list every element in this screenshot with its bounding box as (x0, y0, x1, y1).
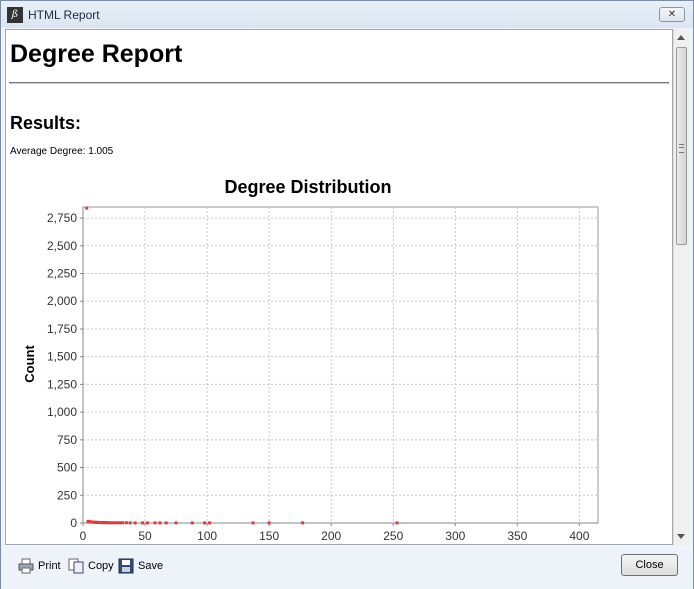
average-degree-text: Average Degree: 1.005 (10, 146, 114, 157)
scroll-down-arrow-icon[interactable] (677, 534, 685, 539)
y-tick-label: 1,750 (47, 322, 77, 336)
data-point (395, 521, 399, 525)
x-tick-label: 350 (507, 529, 527, 543)
data-point (267, 521, 271, 525)
html-report-window: ß HTML Report ✕ Degree Report Results: A… (0, 0, 694, 589)
x-tick-label: 0 (80, 529, 87, 543)
x-tick-label: 150 (259, 529, 279, 543)
data-point (141, 521, 145, 525)
y-tick-label: 1,500 (47, 350, 77, 364)
data-point (208, 521, 212, 525)
data-point (190, 521, 194, 525)
x-tick-label: 400 (569, 529, 589, 543)
copy-button[interactable]: Copy (68, 557, 114, 575)
chart-title: Degree Distribution (224, 177, 391, 197)
x-tick-label: 50 (138, 529, 152, 543)
divider (9, 82, 669, 84)
data-point (203, 521, 207, 525)
degree-distribution-chart: Degree Distribution Count 0 50 100 150 200 25… (22, 177, 599, 543)
data-point (301, 521, 305, 525)
save-label: Save (138, 560, 164, 572)
x-tick-label: 250 (383, 529, 403, 543)
y-tick-label: 2,000 (47, 294, 77, 308)
copy-label: Copy (88, 560, 114, 572)
scroll-up-arrow-icon[interactable] (677, 35, 685, 40)
data-point (174, 521, 178, 525)
app-icon: ß (7, 7, 23, 23)
data-point (85, 206, 89, 210)
printer-icon (18, 558, 34, 574)
grip-icon (679, 144, 684, 153)
data-point (133, 521, 137, 525)
report-heading: Degree Report (10, 40, 183, 68)
close-button[interactable]: Close (621, 554, 678, 576)
data-point (251, 521, 255, 525)
floppy-disk-icon (118, 558, 134, 574)
title-bar: ß HTML Report ✕ (1, 1, 693, 28)
results-heading: Results: (10, 113, 82, 133)
data-point (124, 521, 128, 525)
y-tick-label: 1,000 (47, 405, 77, 419)
y-tick-label: 750 (57, 433, 77, 447)
data-point (164, 521, 168, 525)
scrollbar-thumb[interactable] (676, 47, 687, 245)
vertical-scrollbar[interactable] (673, 29, 689, 545)
data-point (121, 521, 125, 525)
y-tick-label: 2,750 (47, 211, 77, 225)
y-tick-label: 2,250 (47, 267, 77, 281)
save-button[interactable]: Save (118, 557, 163, 575)
y-tick-label: 0 (70, 516, 77, 530)
window-title: HTML Report (28, 8, 100, 22)
footer-toolbar: Print Copy Save Close (1, 546, 693, 589)
y-tick-label: 2,500 (47, 239, 77, 253)
x-tick-label: 100 (197, 529, 217, 543)
report-content: Degree Report Results: Average Degree: 1… (5, 29, 673, 545)
window-close-button[interactable]: ✕ (659, 7, 685, 22)
data-point (128, 521, 132, 525)
x-tick-label: 300 (445, 529, 465, 543)
y-tick-label: 250 (57, 488, 77, 502)
print-label: Print (38, 560, 61, 572)
data-point (153, 521, 157, 525)
data-point (158, 521, 162, 525)
y-tick-label: 500 (57, 461, 77, 475)
data-point (146, 521, 150, 525)
y-tick-label: 1,250 (47, 377, 77, 391)
y-axis-label: Count (22, 345, 37, 383)
copy-icon (68, 558, 84, 574)
plot-area (82, 206, 599, 524)
print-button[interactable]: Print (18, 557, 61, 575)
x-tick-label: 200 (321, 529, 341, 543)
